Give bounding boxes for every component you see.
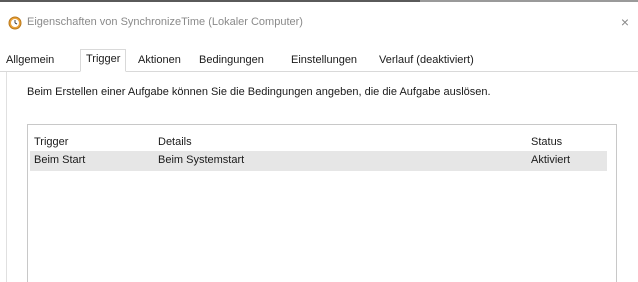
close-icon[interactable]: × <box>616 12 634 32</box>
trigger-list-header: Trigger Details Status <box>28 133 616 151</box>
tab-trigger[interactable]: Trigger <box>80 49 127 72</box>
panel-left-border <box>6 72 7 282</box>
tab-strip: Allgemein Trigger Aktionen Bedingungen E… <box>0 40 638 72</box>
trigger-tab-panel: Beim Erstellen einer Aufgabe können Sie … <box>0 72 638 282</box>
column-header-status[interactable]: Status <box>531 136 562 148</box>
tab-allgemein[interactable]: Allgemein <box>6 52 54 71</box>
window-title: Eigenschaften von SynchronizeTime (Lokal… <box>27 16 303 28</box>
row-details-cell: Beim Systemstart <box>158 154 245 166</box>
tab-bedingungen[interactable]: Bedingungen <box>199 52 264 71</box>
trigger-description: Beim Erstellen einer Aufgabe können Sie … <box>27 86 491 98</box>
row-status-cell: Aktiviert <box>531 154 571 166</box>
table-row[interactable]: Beim Start Beim Systemstart Aktiviert <box>30 151 607 171</box>
task-scheduler-clock-icon <box>8 16 22 30</box>
top-edge-light-segment <box>420 0 638 2</box>
tab-aktionen[interactable]: Aktionen <box>138 52 181 71</box>
column-header-trigger[interactable]: Trigger <box>34 136 68 148</box>
row-trigger-cell: Beim Start <box>34 154 86 166</box>
trigger-list[interactable]: Trigger Details Status Beim Start Beim S… <box>27 124 617 282</box>
tab-einstellungen[interactable]: Einstellungen <box>291 52 357 71</box>
column-header-details[interactable]: Details <box>158 136 192 148</box>
top-edge-dark-segment <box>0 0 420 2</box>
title-bar[interactable]: Eigenschaften von SynchronizeTime (Lokal… <box>0 6 638 40</box>
tab-verlauf[interactable]: Verlauf (deaktiviert) <box>379 52 474 71</box>
